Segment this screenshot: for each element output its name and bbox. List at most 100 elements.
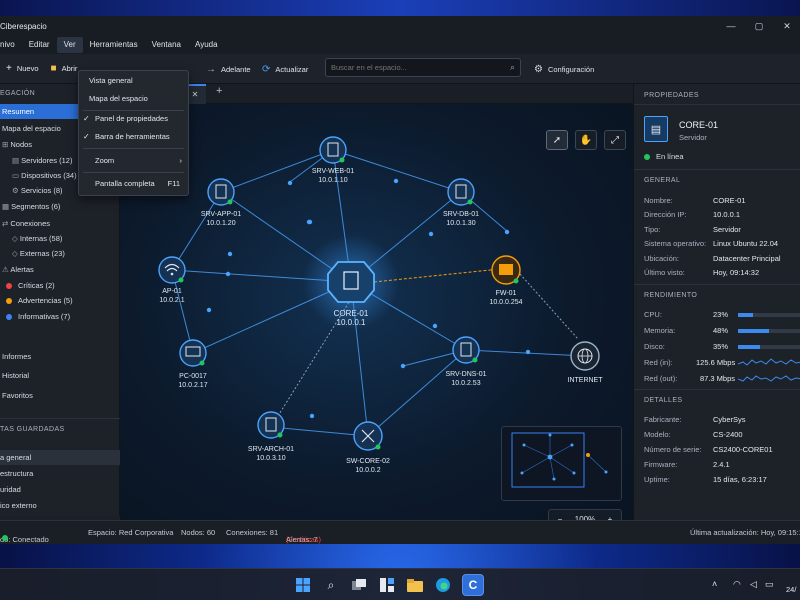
saved-view-item[interactable]: uridad bbox=[0, 482, 120, 497]
node-label: SRV-DNS-01 10.0.2.53 bbox=[426, 370, 506, 388]
view-menu-dropdown: Vista general Mapa del espacio ✓ Panel de… bbox=[78, 70, 189, 196]
menu-shortcut: F11 bbox=[167, 179, 180, 188]
gear-icon: ⚙ bbox=[534, 63, 543, 75]
menu-item-zoom[interactable]: Zoom › bbox=[79, 153, 188, 169]
menu-item-label: Zoom bbox=[95, 156, 115, 165]
saved-view-item[interactable]: ico externo bbox=[0, 498, 120, 513]
ciberespacio-app-icon[interactable]: C bbox=[462, 574, 484, 596]
properties-header: PROPIEDADES bbox=[644, 92, 699, 99]
sidebar-item-label: Externas (23) bbox=[19, 249, 65, 258]
menu-herramientas[interactable]: Herramientas bbox=[83, 37, 145, 53]
saved-view-label: a general bbox=[0, 453, 32, 462]
search-icon[interactable]: ⌕ bbox=[510, 62, 515, 73]
minimap-link bbox=[521, 456, 551, 474]
menu-item-pantalla-completa[interactable]: Pantalla completa F11 bbox=[79, 176, 188, 192]
start-button-icon[interactable] bbox=[292, 574, 314, 596]
disk-bar bbox=[738, 345, 800, 349]
device-icon: ▭ bbox=[12, 171, 22, 180]
node-label: SRV-DB-01 10.0.1.30 bbox=[421, 210, 501, 228]
pan-tool-icon[interactable]: ✋ bbox=[575, 130, 597, 150]
settings-label: Configuración bbox=[547, 64, 595, 74]
sidebar-item-criticas[interactable]: Críticas (2) bbox=[0, 278, 120, 293]
link-dot bbox=[206, 307, 212, 313]
prop-key: Tipo: bbox=[644, 225, 661, 234]
sidebar-item-label: Servicios (8) bbox=[20, 186, 63, 195]
new-button[interactable]: + Nuevo bbox=[0, 58, 45, 80]
volume-icon[interactable]: ◁ bbox=[750, 579, 757, 590]
pointer-tool-icon[interactable]: ➚ bbox=[546, 130, 568, 150]
maximize-button[interactable]: ▢ bbox=[744, 16, 774, 36]
node-label: SRV-APP-01 10.0.1.20 bbox=[181, 210, 261, 228]
battery-icon[interactable]: ▭ bbox=[765, 579, 774, 590]
sidebar-item-label: Informativas (7) bbox=[18, 312, 71, 321]
forward-button[interactable]: → Adelante bbox=[200, 58, 257, 80]
sidebar-item-label: Críticas (2) bbox=[18, 281, 55, 290]
minimap-link bbox=[549, 444, 573, 458]
prop-key: Memoria: bbox=[644, 326, 676, 335]
node-name: SRV-APP-01 bbox=[200, 211, 242, 218]
wifi-icon[interactable]: ◠ bbox=[733, 579, 741, 590]
menu-archivo[interactable]: nivo bbox=[0, 37, 22, 53]
folder-icon: ■ bbox=[50, 63, 57, 74]
sidebar-item-conexiones[interactable]: ⇄ Conexiones bbox=[0, 216, 120, 231]
widgets-icon[interactable] bbox=[376, 574, 398, 596]
menu-item-mapa[interactable]: Mapa del espacio bbox=[79, 91, 188, 107]
open-label: Abrir bbox=[61, 64, 78, 73]
sidebar-item-favoritos[interactable]: Favoritos bbox=[0, 388, 120, 403]
menu-ver[interactable]: Ver bbox=[56, 37, 83, 53]
node-ip: 10.0.1.30 bbox=[446, 220, 476, 227]
saved-view-item[interactable]: estructura bbox=[0, 466, 120, 481]
node-name: INTERNET bbox=[567, 377, 603, 384]
saved-view-item[interactable]: a general bbox=[0, 450, 120, 465]
refresh-button[interactable]: ⟳ Actualizar bbox=[256, 58, 314, 80]
minimap-viewport bbox=[511, 432, 585, 488]
file-explorer-icon[interactable] bbox=[404, 574, 426, 596]
menu-ventana[interactable]: Ventana bbox=[145, 37, 188, 53]
title-bar: Ciberespacio — ▢ ✕ bbox=[0, 16, 800, 36]
new-label: Nuevo bbox=[16, 64, 39, 73]
chevron-up-icon[interactable]: ˄ bbox=[712, 579, 717, 589]
link-dot bbox=[309, 413, 315, 419]
tab-strip: ✕ + bbox=[120, 84, 633, 104]
sidebar-item-historial[interactable]: Historial bbox=[0, 368, 120, 383]
general-header: GENERAL bbox=[644, 177, 681, 184]
menu-item-barra-herramientas[interactable]: ✓ Barra de herramientas bbox=[79, 129, 188, 145]
sidebar-item-advertencias[interactable]: Advertencias (5) bbox=[0, 293, 120, 308]
search-input[interactable] bbox=[331, 59, 501, 76]
fullscreen-icon[interactable]: ⤢ bbox=[604, 130, 626, 150]
refresh-icon: ⟳ bbox=[262, 63, 271, 75]
critical-dot-icon bbox=[6, 283, 12, 290]
status-connections: Conexiones: 81 bbox=[226, 528, 279, 537]
forward-label: Adelante bbox=[221, 64, 251, 74]
menu-item-panel-propiedades[interactable]: ✓ Panel de propiedades bbox=[79, 111, 188, 127]
prop-value: CS2400-CORE01 bbox=[713, 445, 773, 454]
close-button[interactable]: ✕ bbox=[772, 16, 800, 36]
node-label: SRV-ARCH-01 10.0.3.10 bbox=[231, 445, 311, 463]
menu-item-vista-general[interactable]: Vista general bbox=[79, 73, 188, 89]
search-icon[interactable]: ⌕ bbox=[320, 574, 342, 596]
prop-value: 15 días, 6:23:17 bbox=[713, 475, 767, 484]
sidebar-item-segmentos[interactable]: ▦ Segmentos (6) bbox=[0, 199, 120, 214]
performance-header: RENDIMIENTO bbox=[644, 292, 698, 299]
prop-key: Red (out): bbox=[644, 374, 678, 383]
edge-browser-icon[interactable] bbox=[432, 574, 454, 596]
sidebar-item-informativas[interactable]: Informativas (7) bbox=[0, 309, 120, 324]
network-map-canvas[interactable]: ➚ ✋ ⤢ SRV-WEB-01 10.0.1.10 SRV-APP-01 10… bbox=[120, 104, 633, 536]
link-dot bbox=[525, 349, 531, 355]
sidebar-item-informes[interactable]: Informes bbox=[0, 349, 120, 364]
prop-value: 125.6 Mbps bbox=[696, 358, 736, 367]
taskbar-date[interactable]: 24/ bbox=[786, 585, 796, 594]
task-view-icon[interactable] bbox=[348, 574, 370, 596]
memory-bar-fill bbox=[738, 329, 769, 333]
menu-editar[interactable]: Editar bbox=[22, 37, 57, 53]
menu-ayuda[interactable]: Ayuda bbox=[188, 37, 225, 53]
sidebar-item-externas[interactable]: ◇ Externas (23) bbox=[0, 246, 120, 261]
minimize-button[interactable]: — bbox=[716, 16, 746, 36]
sidebar-item-internas[interactable]: ◇ Internas (58) bbox=[0, 231, 120, 246]
settings-button[interactable]: ⚙ Configuración bbox=[528, 58, 600, 80]
add-tab-icon[interactable]: + bbox=[216, 85, 222, 97]
sidebar-item-alertas[interactable]: ⚠ Alertas bbox=[0, 262, 120, 277]
minimap[interactable] bbox=[501, 426, 622, 501]
search-box: ⌕ bbox=[325, 58, 521, 77]
sparkline bbox=[738, 358, 800, 366]
